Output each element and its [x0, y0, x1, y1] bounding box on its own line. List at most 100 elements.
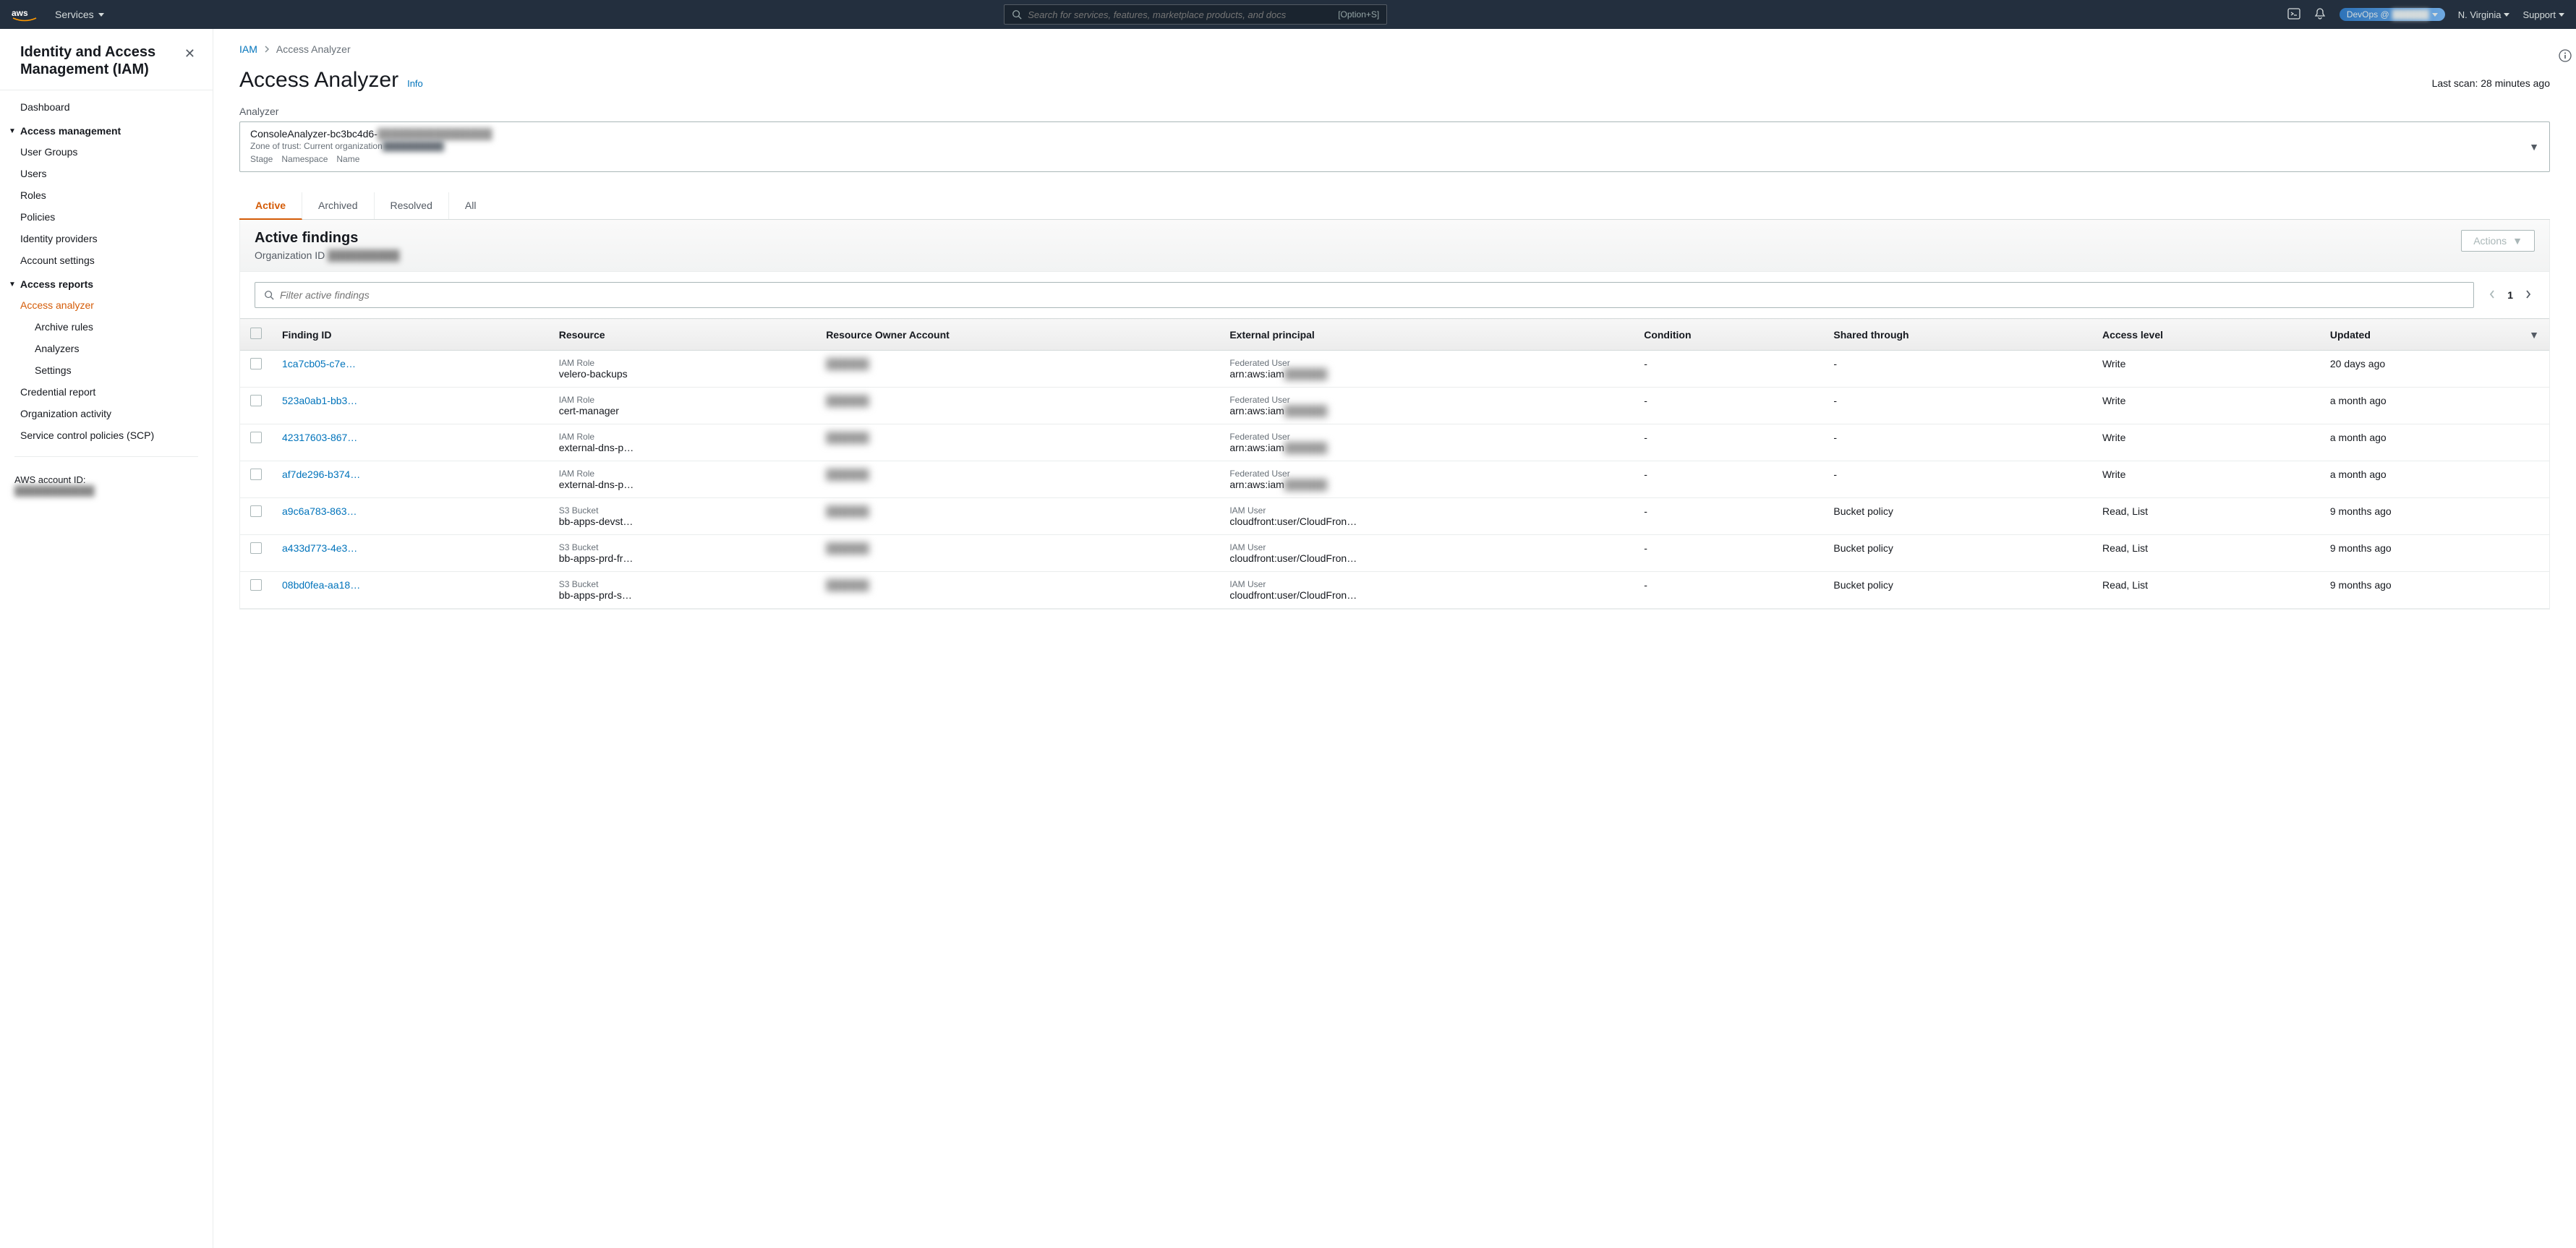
- updated-cell: 20 days ago: [2320, 351, 2549, 388]
- row-checkbox[interactable]: [250, 579, 262, 591]
- finding-id-link[interactable]: a433d773-4e3…: [282, 542, 357, 554]
- col-owner[interactable]: Resource Owner Account: [816, 319, 1219, 351]
- info-link[interactable]: Info: [407, 78, 423, 89]
- condition-cell: -: [1634, 351, 1823, 388]
- sidebar-item-policies[interactable]: Policies: [0, 206, 213, 228]
- finding-id-link[interactable]: 523a0ab1-bb3…: [282, 395, 357, 406]
- sidebar-item-analyzers[interactable]: Analyzers: [0, 338, 213, 359]
- tab-all[interactable]: All: [449, 192, 492, 219]
- page-prev-button[interactable]: [2486, 285, 2499, 306]
- table-row: 42317603-867…IAM Roleexternal-dns-p…████…: [240, 424, 2549, 461]
- page-title: Access Analyzer Info: [239, 68, 423, 93]
- analyzer-name: ConsoleAnalyzer-bc3bc4d6-███████████████…: [250, 128, 492, 140]
- external-principal-name: arn:aws:iam██████: [1229, 368, 1624, 380]
- select-all-checkbox[interactable]: [250, 328, 262, 339]
- table-row: 1ca7cb05-c7e…IAM Rolevelero-backups█████…: [240, 351, 2549, 388]
- analyzer-select[interactable]: ConsoleAnalyzer-bc3bc4d6-███████████████…: [239, 121, 2550, 172]
- filter-input-wrap[interactable]: [255, 282, 2474, 308]
- external-principal-name: arn:aws:iam██████: [1229, 479, 1624, 490]
- page-next-button[interactable]: [2522, 285, 2535, 306]
- external-principal-type: Federated User: [1229, 432, 1624, 442]
- row-checkbox[interactable]: [250, 505, 262, 517]
- col-finding-id[interactable]: Finding ID: [272, 319, 549, 351]
- owner-account: ██████: [826, 469, 869, 480]
- resource-name: bb-apps-prd-s…: [559, 589, 806, 601]
- resource-type: IAM Role: [559, 358, 806, 368]
- org-id-value: ██████████: [328, 249, 399, 261]
- sidebar-item-settings[interactable]: Settings: [0, 359, 213, 381]
- sidebar-item-access-analyzer[interactable]: Access analyzer: [0, 294, 213, 316]
- sidebar-item-archive-rules[interactable]: Archive rules: [0, 316, 213, 338]
- notifications-icon[interactable]: [2313, 7, 2326, 22]
- col-updated-label: Updated: [2330, 329, 2371, 341]
- info-panel-toggle[interactable]: [2554, 45, 2576, 69]
- row-checkbox[interactable]: [250, 432, 262, 443]
- sidebar-item-user-groups[interactable]: User Groups: [0, 141, 213, 163]
- caret-down-icon: ▼: [2512, 235, 2522, 247]
- col-external-principal[interactable]: External principal: [1219, 319, 1634, 351]
- col-resource[interactable]: Resource: [549, 319, 816, 351]
- external-principal-type: IAM User: [1229, 579, 1624, 589]
- external-principal-type: IAM User: [1229, 505, 1624, 516]
- global-search[interactable]: [Option+S]: [1004, 4, 1387, 25]
- resource-name: external-dns-p…: [559, 442, 806, 453]
- tab-resolved[interactable]: Resolved: [375, 192, 449, 219]
- svg-text:aws: aws: [12, 8, 28, 18]
- search-input[interactable]: [1028, 9, 1332, 20]
- aws-logo[interactable]: aws: [12, 7, 38, 22]
- shared-through-cell: Bucket policy: [1823, 535, 2092, 572]
- breadcrumb-root[interactable]: IAM: [239, 43, 257, 55]
- row-checkbox[interactable]: [250, 395, 262, 406]
- sidebar-item-identity-providers[interactable]: Identity providers: [0, 228, 213, 249]
- access-level-cell: Write: [2092, 461, 2320, 498]
- analyzer-subtitle-1: Zone of trust: Current organization█████…: [250, 140, 492, 153]
- shared-through-cell: -: [1823, 388, 2092, 424]
- sidebar-section-access-management[interactable]: ▼ Access management: [0, 118, 213, 141]
- page-number: 1: [2507, 289, 2513, 301]
- actions-button[interactable]: Actions ▼: [2461, 230, 2535, 252]
- finding-id-link[interactable]: 1ca7cb05-c7e…: [282, 358, 356, 369]
- sidebar-item-account-settings[interactable]: Account settings: [0, 249, 213, 271]
- sidebar-item-organization-activity[interactable]: Organization activity: [0, 403, 213, 424]
- close-icon[interactable]: ✕: [182, 43, 198, 64]
- col-shared-through[interactable]: Shared through: [1823, 319, 2092, 351]
- table-row: 523a0ab1-bb3…IAM Rolecert-manager██████F…: [240, 388, 2549, 424]
- condition-cell: -: [1634, 388, 1823, 424]
- sidebar-item-roles[interactable]: Roles: [0, 184, 213, 206]
- finding-id-link[interactable]: a9c6a783-863…: [282, 505, 357, 517]
- region-menu[interactable]: N. Virginia: [2458, 9, 2510, 20]
- tab-archived[interactable]: Archived: [302, 192, 374, 219]
- sidebar-item-users[interactable]: Users: [0, 163, 213, 184]
- sidebar-item-scp[interactable]: Service control policies (SCP): [0, 424, 213, 446]
- account-menu[interactable]: DevOps @ ██████: [2340, 8, 2445, 21]
- col-condition[interactable]: Condition: [1634, 319, 1823, 351]
- shared-through-cell: Bucket policy: [1823, 572, 2092, 609]
- section-label: Access management: [20, 125, 121, 137]
- caret-down-icon: [2504, 13, 2509, 17]
- finding-id-link[interactable]: af7de296-b374…: [282, 469, 360, 480]
- filter-input[interactable]: [280, 289, 2465, 301]
- row-checkbox[interactable]: [250, 469, 262, 480]
- external-principal-type: Federated User: [1229, 395, 1624, 405]
- resource-name: cert-manager: [559, 405, 806, 416]
- cloudshell-icon[interactable]: [2287, 7, 2300, 22]
- sidebar-section-access-reports[interactable]: ▼ Access reports: [0, 271, 213, 294]
- sidebar-item-credential-report[interactable]: Credential report: [0, 381, 213, 403]
- finding-id-link[interactable]: 08bd0fea-aa18…: [282, 579, 360, 591]
- sidebar-item-dashboard[interactable]: Dashboard: [0, 96, 213, 118]
- support-menu[interactable]: Support: [2522, 9, 2564, 20]
- actions-label: Actions: [2473, 235, 2507, 247]
- finding-id-link[interactable]: 42317603-867…: [282, 432, 357, 443]
- col-updated[interactable]: Updated ▼: [2320, 319, 2549, 351]
- sidebar: Identity and Access Management (IAM) ✕ D…: [0, 29, 213, 1248]
- row-checkbox[interactable]: [250, 358, 262, 369]
- analyzer-name-blur: ████████████████: [378, 128, 492, 140]
- page-body: Identity and Access Management (IAM) ✕ D…: [0, 29, 2576, 1248]
- col-access-level[interactable]: Access level: [2092, 319, 2320, 351]
- tab-active[interactable]: Active: [239, 192, 302, 220]
- services-menu[interactable]: Services: [55, 9, 104, 20]
- sidebar-account-info: AWS account ID: ████████████: [0, 467, 213, 503]
- sort-desc-icon: ▼: [2529, 329, 2539, 341]
- row-checkbox[interactable]: [250, 542, 262, 554]
- resource-name: bb-apps-prd-fr…: [559, 552, 806, 564]
